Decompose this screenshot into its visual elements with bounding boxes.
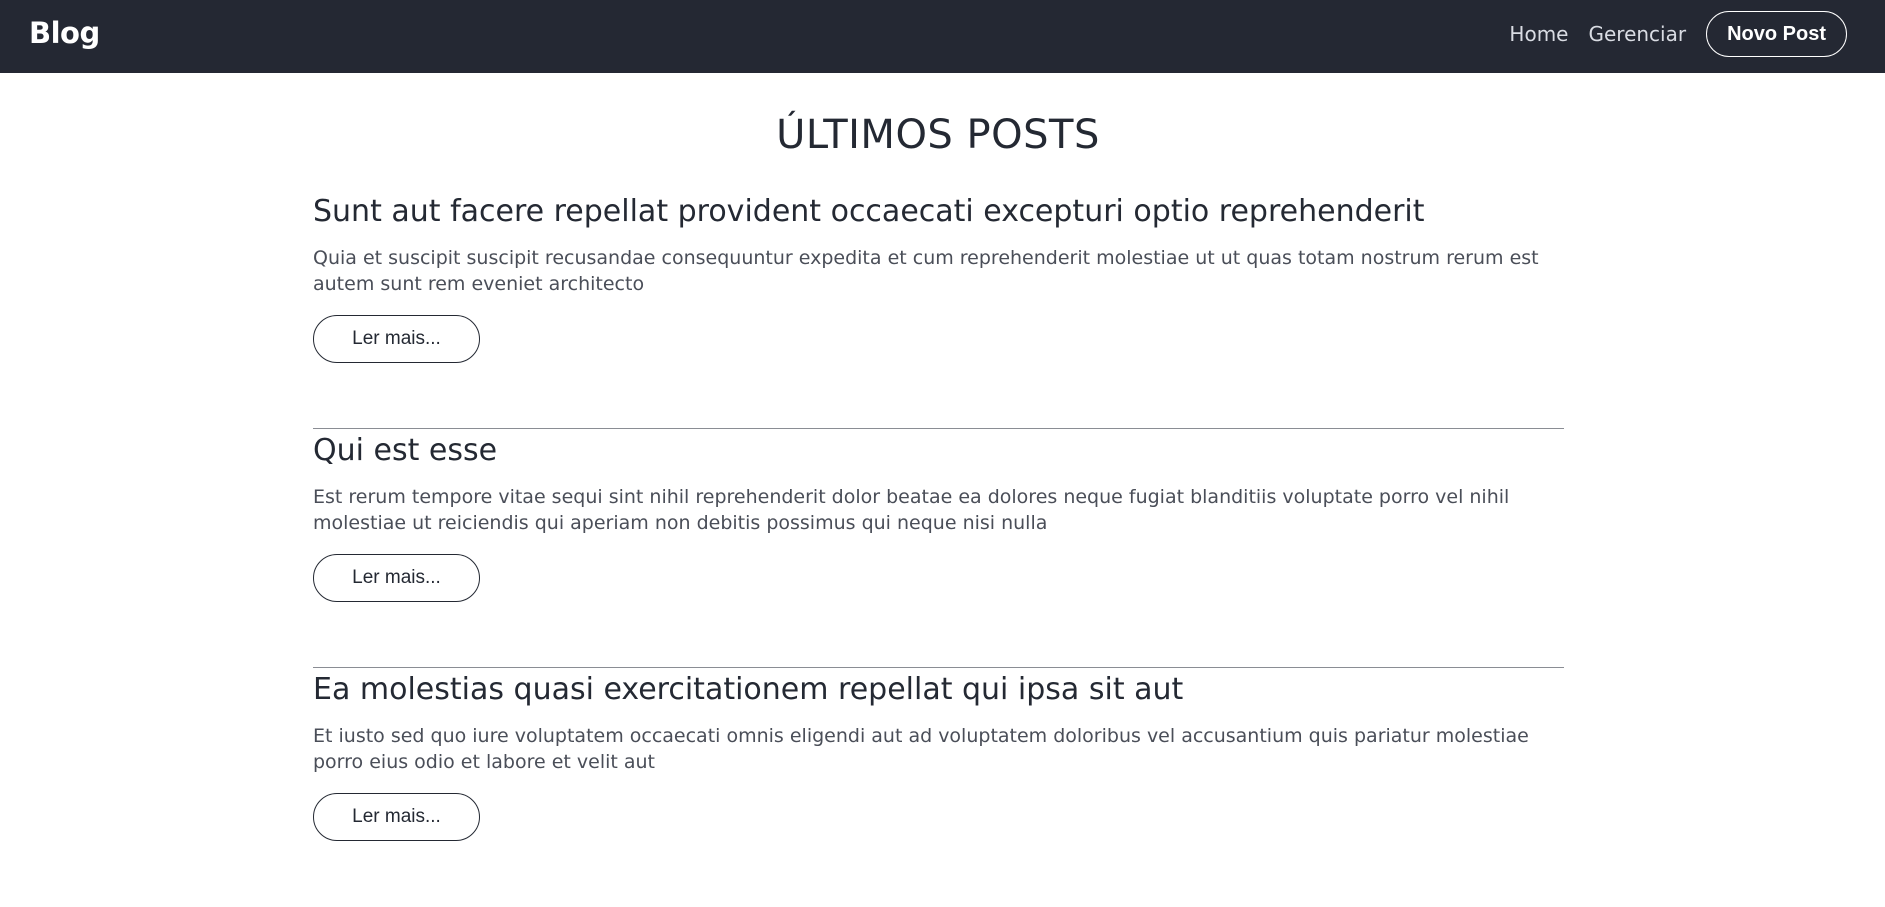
post-item: Sunt aut facere repellat provident occae… xyxy=(313,190,1564,429)
nav-link-home[interactable]: Home xyxy=(1509,22,1568,46)
nav-link-gerenciar[interactable]: Gerenciar xyxy=(1588,22,1686,46)
top-navbar: Blog Home Gerenciar Novo Post xyxy=(0,0,1885,73)
page-title: ÚLTIMOS POSTS xyxy=(776,112,1100,158)
post-title: Sunt aut facere repellat provident occae… xyxy=(313,194,1425,229)
brand-logo[interactable]: Blog xyxy=(29,16,100,50)
post-title: Ea molestias quasi exercitationem repell… xyxy=(313,672,1184,707)
post-list: Sunt aut facere repellat provident occae… xyxy=(313,190,1564,907)
post-title: Qui est esse xyxy=(313,433,498,468)
nav-links: Home Gerenciar Novo Post xyxy=(1509,10,1847,58)
read-more-button[interactable]: Ler mais... xyxy=(313,793,480,841)
post-excerpt: Et iusto sed quo iure voluptatem occaeca… xyxy=(313,725,1529,773)
post-item: Ea molestias quasi exercitationem repell… xyxy=(313,668,1564,907)
new-post-button[interactable]: Novo Post xyxy=(1706,11,1847,57)
read-more-button[interactable]: Ler mais... xyxy=(313,554,480,602)
read-more-button[interactable]: Ler mais... xyxy=(313,315,480,363)
post-excerpt: Quia et suscipit suscipit recusandae con… xyxy=(313,247,1539,295)
post-item: Qui est esse Est rerum tempore vitae seq… xyxy=(313,429,1564,668)
post-excerpt: Est rerum tempore vitae sequi sint nihil… xyxy=(313,486,1510,534)
